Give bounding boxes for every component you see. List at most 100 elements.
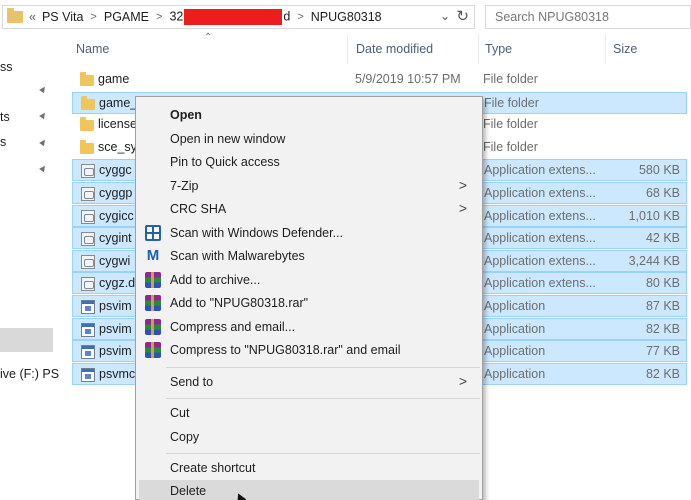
menu-item-label: Compress to "NPUG80318.rar" and email (170, 343, 401, 357)
folder-icon (80, 117, 94, 132)
pin-icon: ▲ (35, 161, 51, 176)
breadcrumb-redacted-folder[interactable]: 32 d (169, 9, 290, 25)
dll-icon (81, 209, 95, 224)
file-row[interactable]: game 5/9/2019 10:57 PM File folder (72, 69, 687, 91)
file-name: cygint (99, 231, 132, 246)
file-date-modified: 5/9/2019 10:57 PM (355, 72, 461, 86)
file-type: Application extens... (484, 276, 596, 291)
chevron-right-icon[interactable]: > (90, 11, 96, 23)
file-type: File folder (483, 117, 538, 132)
file-type: File folder (483, 72, 538, 86)
menu-item-label: CRC SHA (170, 202, 227, 216)
sort-ascending-icon: ⌃ (204, 32, 213, 43)
navigation-pane: ss ▲ ▲ ts ▲ s ▲ ive (F:) PS (0, 34, 60, 500)
menu-item-pin-quick-access[interactable]: Pin to Quick access (139, 151, 479, 173)
refresh-icon[interactable]: ↻ (456, 7, 469, 25)
breadcrumb-npug80318[interactable]: NPUG80318 (311, 10, 382, 24)
chevron-right-icon[interactable]: > (297, 11, 303, 23)
menu-item-7-zip[interactable]: 7-Zip > (139, 175, 479, 197)
winrar-icon (145, 295, 161, 311)
file-name: cygz.d (99, 276, 136, 291)
winrar-icon (145, 272, 161, 288)
address-bar-row: « PS Vita > PGAME > 32 d > NPUG80318 ⌄ ↻ … (0, 0, 691, 34)
column-divider[interactable] (347, 34, 348, 64)
menu-item-label: Open (170, 108, 202, 122)
winrar-icon (145, 342, 161, 358)
menu-item-label: Add to "NPUG80318.rar" (170, 296, 309, 310)
nav-item-pictures[interactable]: s (0, 135, 6, 149)
menu-item-label: Send to (170, 375, 214, 389)
file-size: 3,244 KB (628, 253, 680, 268)
file-type: Application extens... (484, 231, 596, 246)
context-menu: Open Open in new window Pin to Quick acc… (135, 96, 483, 500)
column-header-size[interactable]: Size (613, 42, 637, 56)
dll-icon (81, 164, 95, 179)
menu-item-add-rar[interactable]: Add to "NPUG80318.rar" (139, 292, 479, 314)
menu-item-scan-malwarebytes[interactable]: M Scan with Malwarebytes (139, 245, 479, 267)
windows-defender-icon (145, 225, 161, 241)
menu-item-send-to[interactable]: Send to > (139, 371, 479, 393)
column-header-row: ⌃ Name Date modified Type Size (60, 32, 691, 64)
dll-icon (81, 187, 95, 201)
nav-item-documents[interactable]: ts (0, 110, 10, 124)
file-size: 1,010 KB (628, 208, 680, 223)
address-bar[interactable]: « PS Vita > PGAME > 32 d > NPUG80318 ⌄ ↻ (2, 5, 475, 29)
menu-item-open-new-window[interactable]: Open in new window (139, 128, 479, 150)
file-type: Application (484, 344, 546, 359)
file-size: 68 KB (645, 186, 680, 200)
menu-item-cut[interactable]: Cut (139, 402, 479, 424)
chevron-down-icon[interactable]: ⌄ (440, 9, 450, 23)
menu-item-compress-rar-email[interactable]: Compress to "NPUG80318.rar" and email (139, 339, 479, 361)
menu-item-copy[interactable]: Copy (139, 426, 479, 448)
menu-item-label: Add to archive... (170, 273, 261, 287)
file-name: psvim (99, 344, 132, 359)
menu-item-delete[interactable]: Delete (139, 480, 479, 500)
file-name: psvim (99, 321, 132, 336)
file-name: license (98, 117, 137, 132)
column-header-name[interactable]: Name (76, 42, 109, 56)
exe-icon (81, 367, 95, 382)
menu-item-add-archive[interactable]: Add to archive... (139, 269, 479, 291)
menu-item-create-shortcut[interactable]: Create shortcut (139, 457, 479, 479)
column-header-type[interactable]: Type (485, 42, 512, 56)
file-name: psvim (99, 299, 132, 313)
breadcrumb-redacted-prefix: 32 (169, 9, 184, 24)
column-divider[interactable] (478, 34, 479, 64)
malwarebytes-icon: M (146, 247, 160, 264)
pin-icon: ▲ (35, 135, 51, 150)
file-name: cyggc (99, 163, 132, 178)
column-divider[interactable] (605, 34, 606, 64)
file-type: File folder (483, 139, 538, 154)
nav-item-quick-access[interactable]: ss (0, 60, 13, 74)
menu-item-crc-sha[interactable]: CRC SHA > (139, 198, 479, 220)
nav-item-selected[interactable] (0, 328, 53, 352)
file-type: Application (484, 299, 546, 313)
folder-icon (7, 8, 23, 23)
menu-item-label: Cut (170, 406, 190, 420)
menu-item-label: Scan with Windows Defender... (170, 226, 343, 240)
chevron-right-icon[interactable]: > (156, 11, 162, 23)
file-type: Application extens... (484, 253, 596, 268)
file-name: psvmc (99, 366, 136, 381)
nav-item-drive-f[interactable]: ive (F:) PS (0, 367, 59, 381)
folder-icon (81, 95, 95, 110)
winrar-icon (145, 319, 161, 335)
menu-separator (166, 367, 480, 368)
column-header-date[interactable]: Date modified (356, 42, 433, 56)
menu-item-open[interactable]: Open (139, 104, 479, 126)
menu-item-compress-email[interactable]: Compress and email... (139, 316, 479, 338)
breadcrumb-overflow[interactable]: « (29, 10, 36, 24)
breadcrumb-pgame[interactable]: PGAME (104, 10, 149, 24)
file-type: Application extens... (484, 163, 596, 178)
breadcrumb-ps-vita[interactable]: PS Vita (42, 10, 83, 24)
search-input[interactable]: Search NPUG80318 (485, 5, 691, 29)
file-type: File folder (484, 95, 539, 110)
file-size: 80 KB (645, 276, 680, 291)
menu-item-label: Delete (170, 484, 207, 498)
menu-item-scan-defender[interactable]: Scan with Windows Defender... (139, 222, 479, 244)
submenu-arrow-icon: > (458, 373, 467, 389)
menu-separator (166, 453, 480, 454)
file-size: 87 KB (645, 299, 680, 313)
menu-item-label: Scan with Malwarebytes (170, 249, 305, 263)
file-name: cyggp (99, 186, 133, 200)
